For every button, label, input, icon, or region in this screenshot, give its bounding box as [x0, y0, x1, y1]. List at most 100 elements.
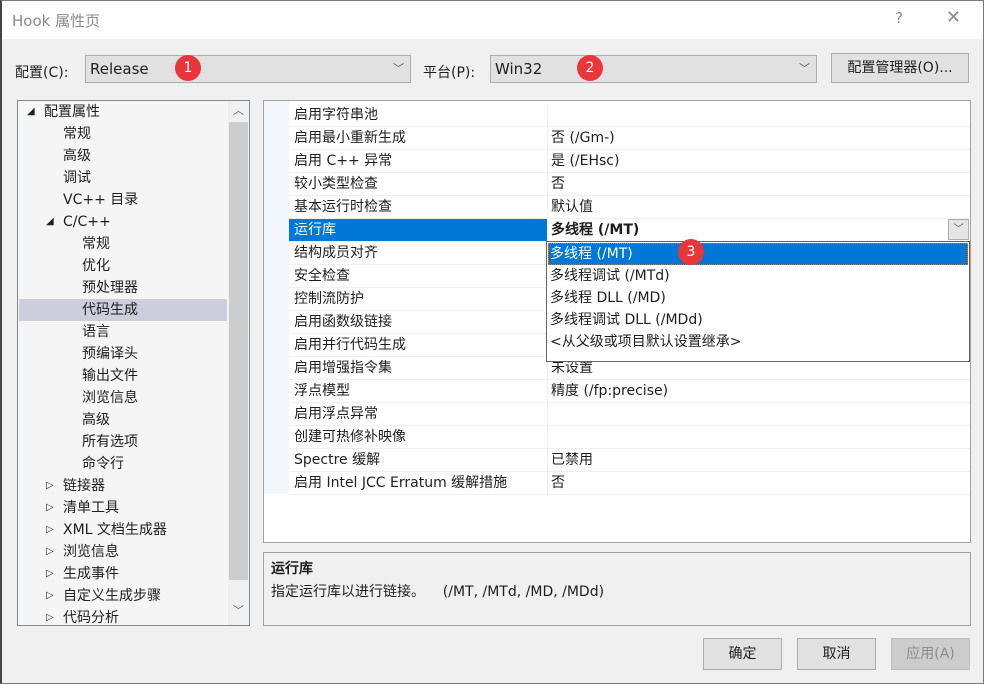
tree-item-label: 生成事件: [63, 566, 119, 582]
property-row[interactable]: 启用浮点异常: [289, 403, 970, 426]
collapsed-arrow-icon[interactable]: ▷: [46, 563, 54, 585]
property-value[interactable]: [548, 403, 970, 425]
config-select[interactable]: Release ﹀: [85, 55, 411, 83]
tree-item[interactable]: 所有选项: [19, 431, 227, 453]
tree-item[interactable]: ▷ 生成事件: [19, 563, 227, 585]
platform-select-value: Win32: [495, 60, 543, 78]
property-value[interactable]: 是 (/EHsc): [548, 150, 970, 172]
tree-item[interactable]: 代码生成: [19, 299, 227, 321]
property-value[interactable]: [548, 104, 970, 126]
property-row[interactable]: 基本运行时检查 默认值: [289, 196, 970, 219]
chevron-down-icon[interactable]: ﹀: [948, 219, 969, 240]
tree-item[interactable]: ▷ XML 文档生成器: [19, 519, 227, 541]
dropdown-option[interactable]: 多线程调试 (/MTd): [548, 265, 968, 287]
dropdown-option[interactable]: 多线程 (/MT): [548, 243, 968, 265]
tree-item-label: VC++ 目录: [63, 192, 139, 208]
tree-item-label: 所有选项: [82, 434, 138, 450]
property-name: 较小类型检查: [289, 173, 548, 195]
property-row[interactable]: 启用字符串池: [289, 104, 970, 127]
tree-item-label: 预处理器: [82, 280, 138, 296]
tree-item[interactable]: 高级: [19, 409, 227, 431]
property-value[interactable]: 已禁用: [548, 449, 970, 471]
property-value[interactable]: 默认值: [548, 196, 970, 218]
tree-item[interactable]: 调试: [19, 167, 227, 189]
description-text: 指定运行库以进行链接。 (/MT, /MTd, /MD, /MDd): [271, 584, 605, 600]
property-name: 启用并行代码生成: [289, 334, 548, 356]
expanded-arrow-icon[interactable]: ◢: [46, 211, 54, 233]
collapsed-arrow-icon[interactable]: ▷: [46, 475, 54, 497]
property-row[interactable]: 启用 C++ 异常是 (/EHsc): [289, 150, 970, 173]
collapsed-arrow-icon[interactable]: ▷: [46, 541, 54, 563]
property-value[interactable]: [548, 426, 970, 448]
collapsed-arrow-icon[interactable]: ▷: [46, 519, 54, 541]
dropdown-option[interactable]: <从父级或项目默认设置继承>: [548, 331, 968, 353]
expanded-arrow-icon[interactable]: ◢: [27, 101, 35, 123]
scroll-thumb[interactable]: [229, 122, 248, 580]
tree-item-label: 语言: [82, 324, 110, 340]
platform-select[interactable]: Win32 ﹀: [490, 55, 817, 83]
property-value[interactable]: 否: [548, 173, 970, 195]
tree-item[interactable]: ▷ 浏览信息: [19, 541, 227, 563]
property-name: 启用字符串池: [289, 104, 548, 126]
help-icon[interactable]: ?: [895, 9, 903, 27]
chevron-down-icon: ﹀: [799, 62, 810, 75]
property-row[interactable]: 创建可热修补映像: [289, 426, 970, 449]
close-icon[interactable]: ✕: [946, 7, 961, 28]
tree-item[interactable]: 语言: [19, 321, 227, 343]
tree-item[interactable]: 预处理器: [19, 277, 227, 299]
tree-item[interactable]: ◢ 配置属性: [19, 101, 227, 123]
tree-item-label: 高级: [82, 412, 110, 428]
collapsed-arrow-icon[interactable]: ▷: [46, 607, 54, 625]
tree-item-label: 常规: [82, 236, 110, 252]
window-title: Hook 属性页: [12, 12, 101, 30]
tree-item[interactable]: 优化: [19, 255, 227, 277]
property-row[interactable]: 启用 Intel JCC Erratum 缓解措施否: [289, 472, 970, 495]
property-row[interactable]: Spectre 缓解 已禁用: [289, 449, 970, 472]
tree-item[interactable]: VC++ 目录: [19, 189, 227, 211]
tree-item[interactable]: ▷ 自定义生成步骤: [19, 585, 227, 607]
scroll-up-icon[interactable]: ︿: [228, 101, 249, 121]
property-name: 运行库: [289, 219, 548, 241]
tree-item-label: 代码生成: [82, 302, 138, 318]
property-name: 启用函数级链接: [289, 311, 548, 333]
tree-item[interactable]: 预编译头: [19, 343, 227, 365]
tree-scrollbar[interactable]: ︿ ﹀: [228, 101, 249, 625]
collapsed-arrow-icon[interactable]: ▷: [46, 497, 54, 519]
tree-item[interactable]: ▷ 链接器: [19, 475, 227, 497]
config-label: 配置(C):: [15, 65, 69, 81]
tree-item[interactable]: 命令行: [19, 453, 227, 475]
tree-item-label: 自定义生成步骤: [63, 588, 161, 604]
cancel-button[interactable]: 取消: [797, 638, 876, 670]
property-value[interactable]: 精度 (/fp:precise): [548, 380, 970, 402]
property-value[interactable]: 多线程 (/MT): [548, 219, 970, 241]
tree-item[interactable]: 常规: [19, 123, 227, 145]
tree-item[interactable]: ▷ 清单工具: [19, 497, 227, 519]
tree-item-label: 常规: [63, 126, 91, 142]
tree-item-label: C/C++: [63, 214, 111, 230]
apply-button[interactable]: 应用(A): [891, 638, 970, 670]
scroll-down-icon[interactable]: ﹀: [228, 601, 249, 621]
property-row[interactable]: 浮点模型 精度 (/fp:precise): [289, 380, 970, 403]
property-row[interactable]: 运行库 多线程 (/MT) ﹀: [289, 219, 970, 242]
tree-item[interactable]: 浏览信息: [19, 387, 227, 409]
ok-button[interactable]: 确定: [703, 638, 782, 670]
property-name: Spectre 缓解: [289, 449, 548, 471]
runtime-library-dropdown: 多线程 (/MT) 多线程调试 (/MTd) 多线程 DLL (/MD) 多线程调试 …: [546, 241, 970, 362]
property-row[interactable]: 启用最小重新生成否 (/Gm-): [289, 127, 970, 150]
dropdown-option[interactable]: 多线程调试 DLL (/MDd): [548, 309, 968, 331]
tree-item[interactable]: 高级: [19, 145, 227, 167]
property-value[interactable]: 否 (/Gm-): [548, 127, 970, 149]
tree-item[interactable]: ◢ C/C++: [19, 211, 227, 233]
tree-item[interactable]: ▷ 代码分析: [19, 607, 227, 625]
dropdown-option[interactable]: 多线程 DLL (/MD): [548, 287, 968, 309]
property-tree: ◢ 配置属性 常规 高级 调试 VC++ 目录 ◢ C/C++ 常规 优化 预处理器 代码生成 语言 预编…: [17, 100, 250, 626]
tree-item[interactable]: 输出文件: [19, 365, 227, 387]
tree-item[interactable]: 常规: [19, 233, 227, 255]
tree-item-label: 配置属性: [44, 104, 100, 120]
config-manager-button[interactable]: 配置管理器(O)...: [831, 53, 969, 83]
property-name: 安全检查: [289, 265, 548, 287]
property-name: 控制流防护: [289, 288, 548, 310]
property-row[interactable]: 较小类型检查否: [289, 173, 970, 196]
collapsed-arrow-icon[interactable]: ▷: [46, 585, 54, 607]
property-value[interactable]: 否: [548, 472, 970, 494]
